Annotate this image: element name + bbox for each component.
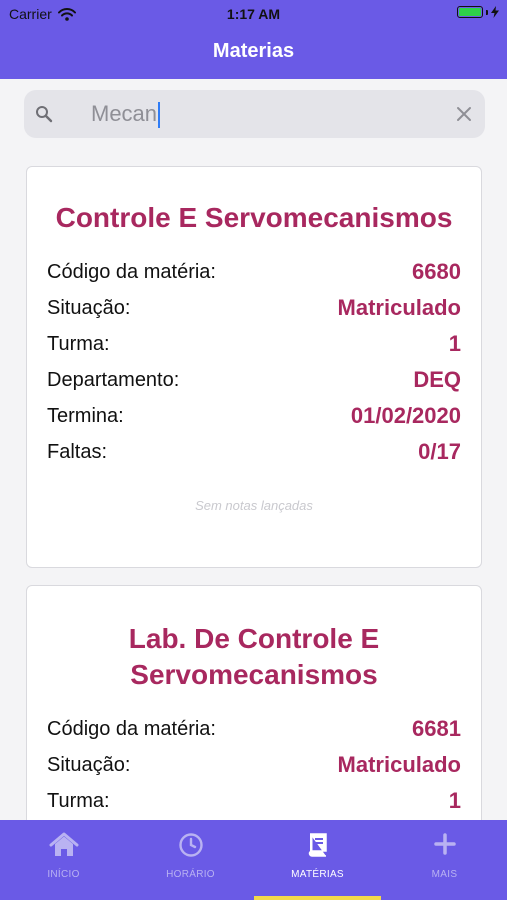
- tab-mais[interactable]: MAIS: [381, 820, 507, 900]
- detail-row-code: Código da matéria: 6680: [27, 254, 481, 290]
- detail-row-status: Situação: Matriculado: [27, 290, 481, 326]
- detail-label: Turma:: [47, 332, 110, 355]
- charging-icon: [491, 6, 499, 18]
- detail-label: Turma:: [47, 789, 110, 812]
- course-details: Código da matéria: 6681 Situação: Matric…: [27, 711, 481, 819]
- detail-label: Situação:: [47, 296, 131, 319]
- detail-label: Código da matéria:: [47, 717, 216, 740]
- status-time: 1:17 AM: [226, 6, 281, 22]
- grades-note: Sem notas lançadas: [195, 498, 313, 513]
- tab-label: MAIS: [431, 869, 458, 880]
- search-input[interactable]: Mecan: [91, 101, 161, 129]
- detail-label: Situação:: [47, 753, 131, 776]
- tab-horario[interactable]: HORÁRIO: [127, 820, 254, 900]
- plus-icon: [433, 833, 456, 855]
- clock-icon: [178, 833, 203, 857]
- search-icon: [36, 106, 53, 123]
- tab-materias[interactable]: MATÉRIAS: [254, 820, 381, 900]
- battery-icon: [457, 6, 499, 18]
- detail-value: 01/02/2020: [350, 403, 461, 428]
- tab-inicio[interactable]: INÍCIO: [0, 820, 127, 900]
- detail-value: 0/17: [418, 439, 461, 464]
- active-tab-indicator: [254, 896, 381, 900]
- course-title: Lab. De Controle E Servomecanismos: [128, 623, 380, 690]
- detail-label: Faltas:: [47, 440, 108, 463]
- tab-label: MATÉRIAS: [291, 869, 344, 880]
- detail-row-absences: Faltas: 0/17: [27, 434, 481, 470]
- detail-label: Termina:: [47, 404, 124, 427]
- tab-label: INÍCIO: [47, 869, 80, 880]
- tab-bar: INÍCIO HORÁRIO MATÉRIAS MAIS: [0, 820, 507, 900]
- page-title: Materias: [212, 40, 295, 62]
- detail-row-class: Turma: 1: [27, 326, 481, 362]
- detail-value: 1: [448, 788, 461, 813]
- status-bar: Carrier 1:17 AM: [0, 0, 507, 28]
- course-card[interactable]: Controle E Servomecanismos Código da mat…: [26, 166, 482, 568]
- detail-row-end-date: Termina: 01/02/2020: [27, 398, 481, 434]
- search-value: Mecan: [91, 101, 158, 126]
- detail-row-department: Departamento: DEQ: [27, 362, 481, 398]
- detail-value: 1: [448, 331, 461, 356]
- detail-label: Código da matéria:: [47, 260, 216, 283]
- detail-label: Departamento:: [47, 368, 180, 391]
- home-icon: [49, 832, 78, 856]
- detail-value: 6680: [412, 259, 461, 284]
- tab-label: HORÁRIO: [166, 869, 215, 880]
- top-header: Carrier 1:17 AM Materias: [0, 0, 507, 79]
- detail-row-status: Situação: Matriculado: [27, 747, 481, 783]
- search-bar[interactable]: Mecan: [24, 90, 485, 138]
- detail-row-class: Turma: 1: [27, 783, 481, 819]
- detail-value: Matriculado: [337, 752, 461, 777]
- detail-row-code: Código da matéria: 6681: [27, 711, 481, 747]
- clear-icon[interactable]: [456, 106, 472, 122]
- text-cursor: [158, 102, 161, 129]
- course-details: Código da matéria: 6680 Situação: Matric…: [27, 254, 481, 470]
- detail-value: Matriculado: [337, 295, 461, 320]
- detail-value: 6681: [412, 716, 461, 741]
- book-icon: [308, 833, 327, 857]
- course-title: Controle E Servomecanismos: [55, 202, 453, 233]
- detail-value: DEQ: [413, 367, 461, 392]
